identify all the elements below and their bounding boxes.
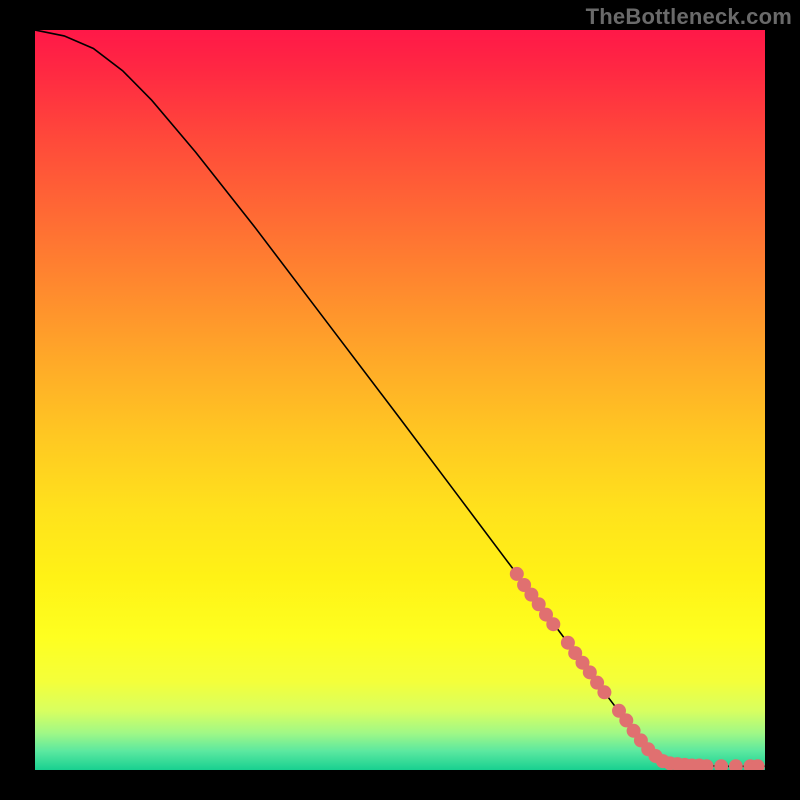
watermark-label: TheBottleneck.com [586,4,792,30]
chart-container: TheBottleneck.com [0,0,800,800]
marker-point [729,759,743,770]
marker-point [714,759,728,770]
bottleneck-curve [35,30,765,766]
marker-point [546,617,560,631]
highlight-markers [510,567,765,770]
marker-point [597,685,611,699]
plot-area [35,30,765,770]
chart-overlay [35,30,765,770]
